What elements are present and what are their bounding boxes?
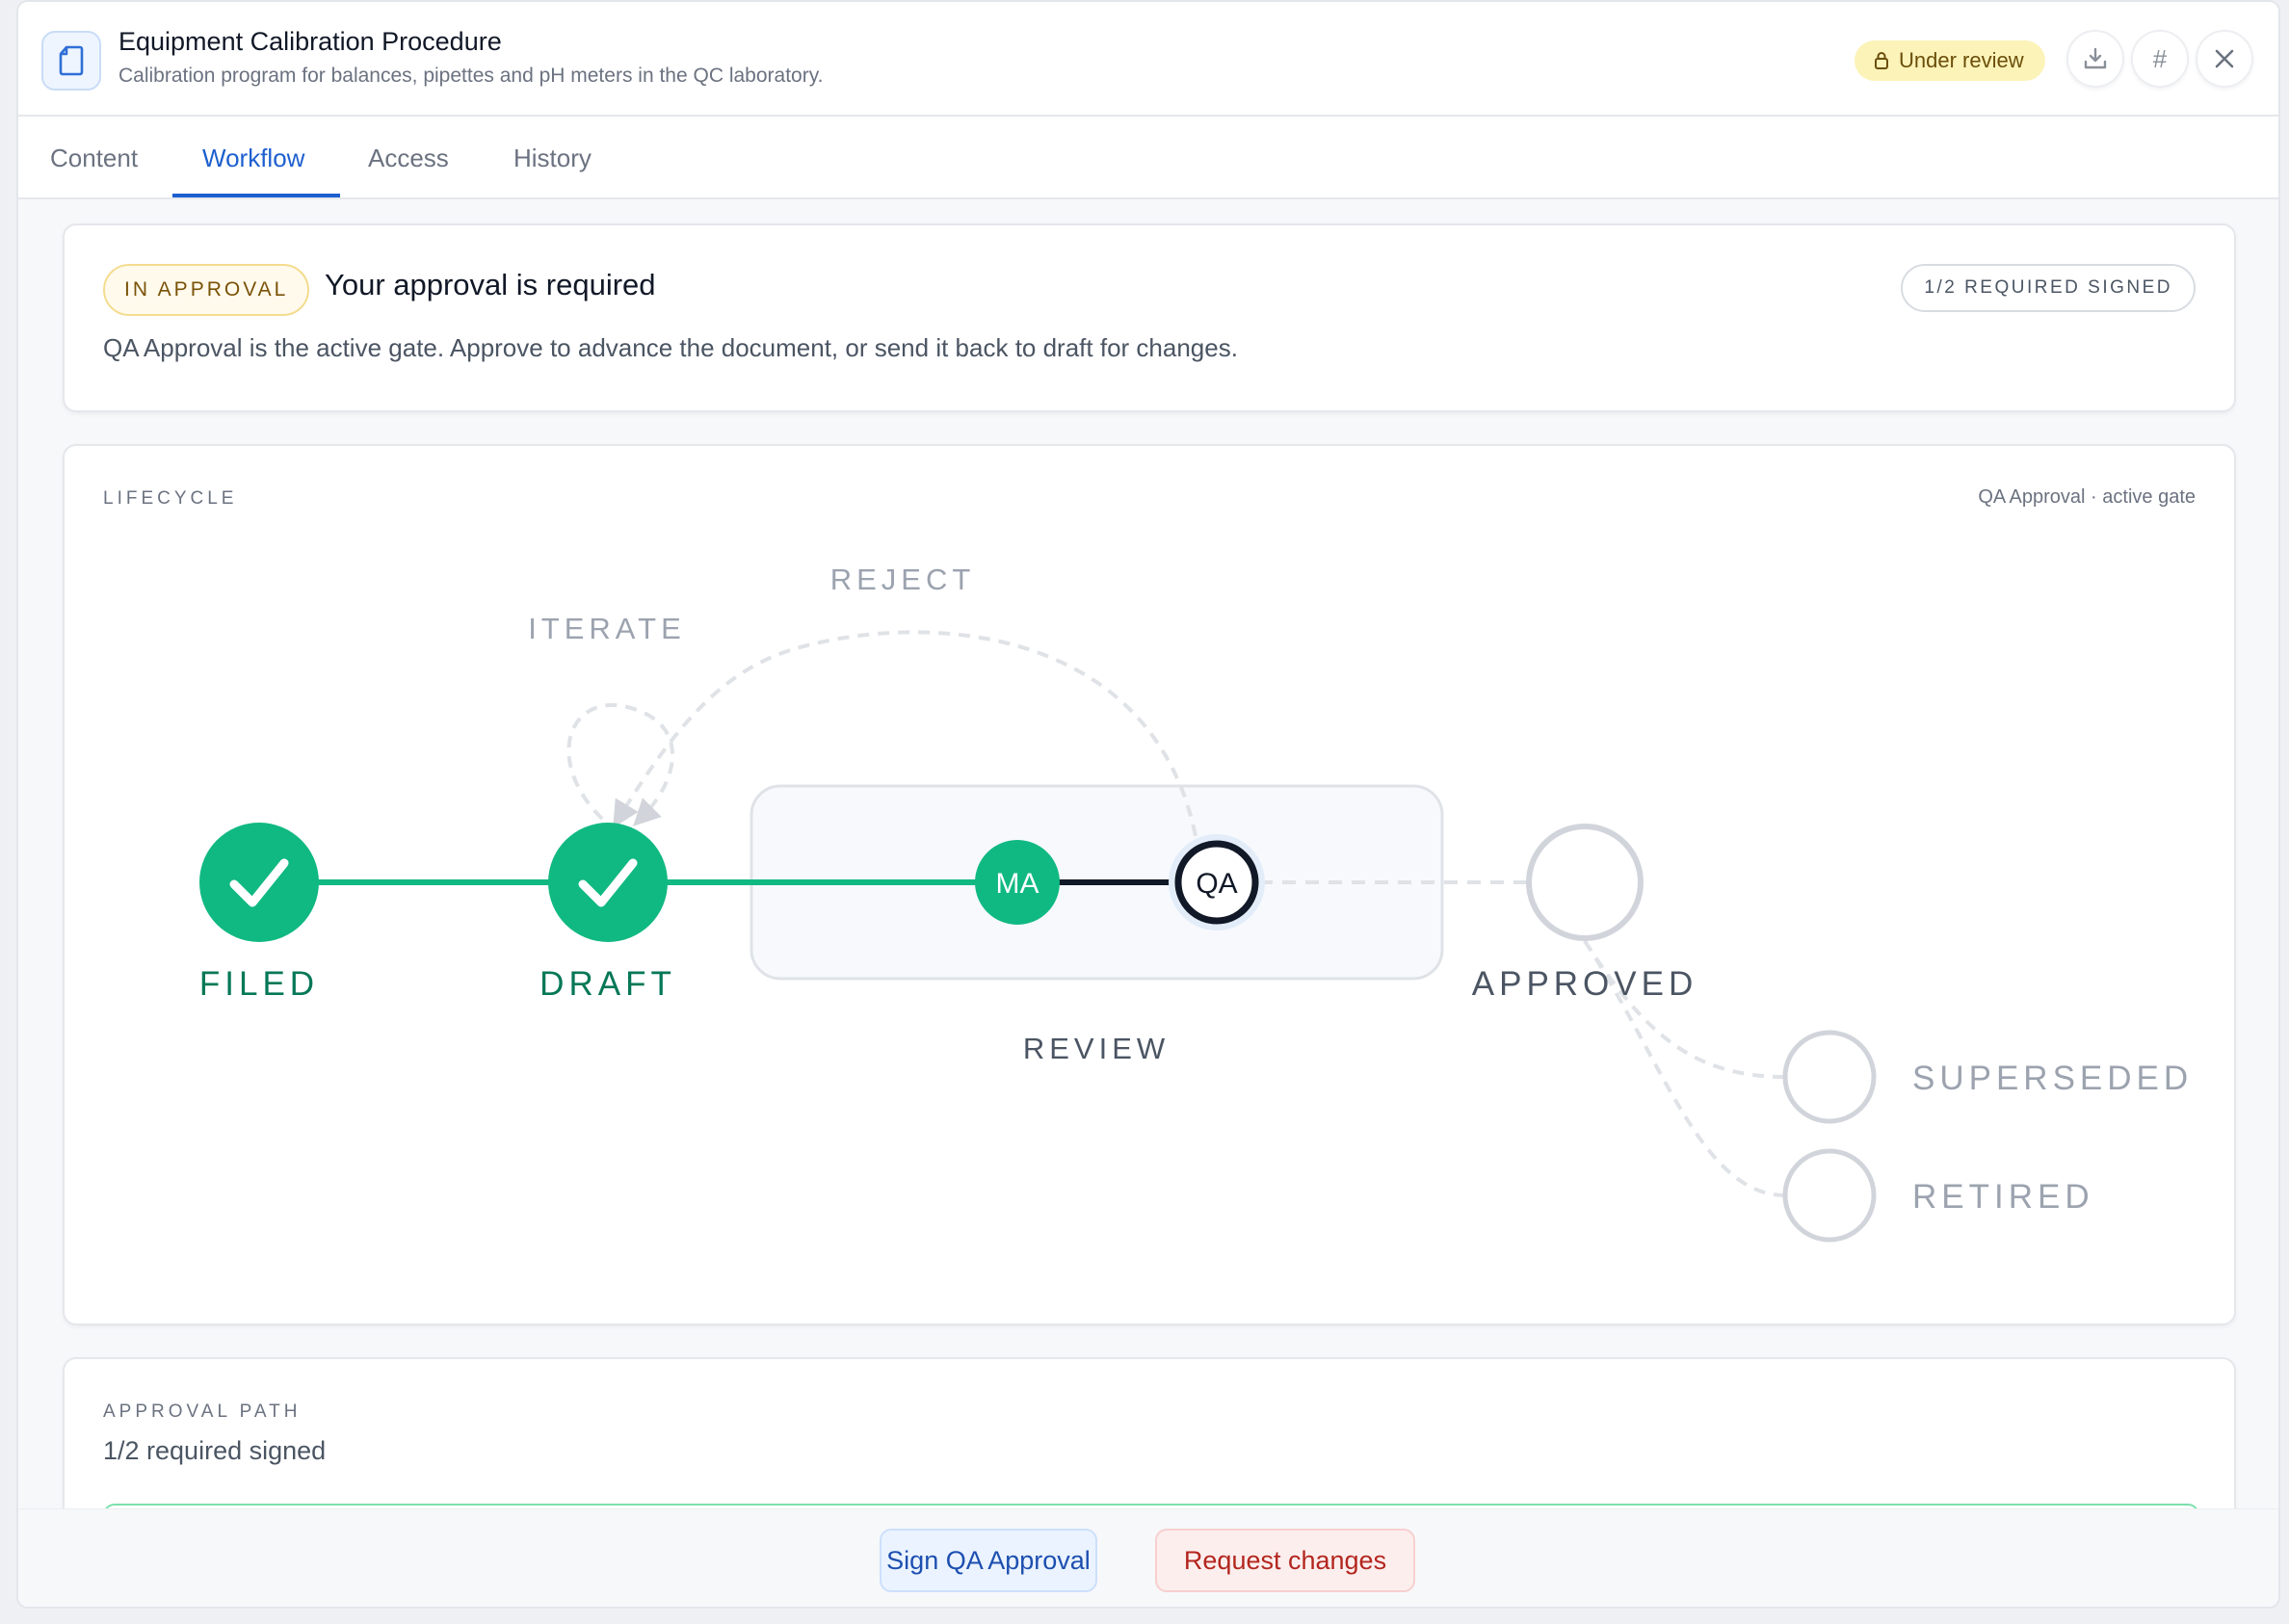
document-title: Equipment Calibration Procedure: [118, 27, 502, 56]
approved-node: [1526, 824, 1644, 941]
approval-description: QA Approval is the active gate. Approve …: [103, 333, 1238, 362]
superseded-node: [1782, 1030, 1877, 1124]
approval-required-card: IN APPROVAL Your approval is required QA…: [63, 223, 2236, 412]
filed-node: [199, 823, 319, 942]
header: Equipment Calibration Procedure Calibrat…: [18, 2, 2278, 117]
required-signed-badge: 1/2 REQUIRED SIGNED: [1901, 264, 2196, 312]
iterate-loop: [566, 703, 674, 826]
active-tab-indicator: [172, 194, 340, 197]
document-window: Equipment Calibration Procedure Calibrat…: [16, 0, 2280, 1609]
approval-path-summary: 1/2 required signed: [103, 1436, 327, 1465]
status-badge: Under review: [1855, 40, 2045, 81]
approved-superseded-branch: [1583, 939, 1786, 1079]
request-changes-button[interactable]: Request changes: [1155, 1529, 1415, 1592]
retired-node: [1782, 1148, 1877, 1243]
hash-button[interactable]: #: [2131, 30, 2189, 88]
close-button[interactable]: [2196, 30, 2253, 88]
filed-label: FILED: [199, 965, 319, 1003]
iterate-label: ITERATE: [528, 612, 686, 645]
qa-gate-label: QA: [1196, 868, 1237, 900]
review-label: REVIEW: [1023, 1032, 1170, 1065]
download-button[interactable]: [2066, 30, 2124, 88]
document-icon: [41, 31, 101, 91]
tab-history[interactable]: History: [513, 117, 592, 199]
in-approval-badge: IN APPROVAL: [103, 264, 310, 316]
draft-node: [548, 823, 668, 942]
hash-icon: #: [2152, 43, 2168, 73]
reject-label: REJECT: [830, 563, 976, 596]
draft-label: DRAFT: [539, 965, 676, 1003]
tab-workflow[interactable]: Workflow: [202, 117, 304, 199]
document-subtitle: Calibration program for balances, pipett…: [118, 65, 824, 87]
status-label: Under review: [1899, 48, 2024, 72]
close-icon: [2215, 49, 2234, 68]
lifecycle-card: LIFECYCLE QA Approval · active gate ITER…: [63, 444, 2236, 1325]
superseded-label: SUPERSEDED: [1912, 1060, 2193, 1097]
tab-bar: Content Workflow Access History: [18, 117, 2278, 199]
ma-gate-label: MA: [996, 868, 1039, 900]
action-footer: Sign QA Approval Request changes: [18, 1508, 2278, 1607]
retired-label: RETIRED: [1912, 1178, 2094, 1216]
approval-path-label: APPROVAL PATH: [103, 1401, 302, 1422]
approved-label: APPROVED: [1472, 965, 1698, 1003]
tab-content[interactable]: Content: [50, 117, 138, 199]
sign-qa-approval-button[interactable]: Sign QA Approval: [880, 1529, 1097, 1592]
download-icon: [2084, 47, 2107, 69]
approval-title: Your approval is required: [325, 268, 656, 301]
lock-icon: [1875, 52, 1888, 69]
lifecycle-diagram: ITERATE REJECT FILED DRAFT MA QA REVIEW: [199, 563, 2193, 1243]
tab-access[interactable]: Access: [368, 117, 449, 199]
